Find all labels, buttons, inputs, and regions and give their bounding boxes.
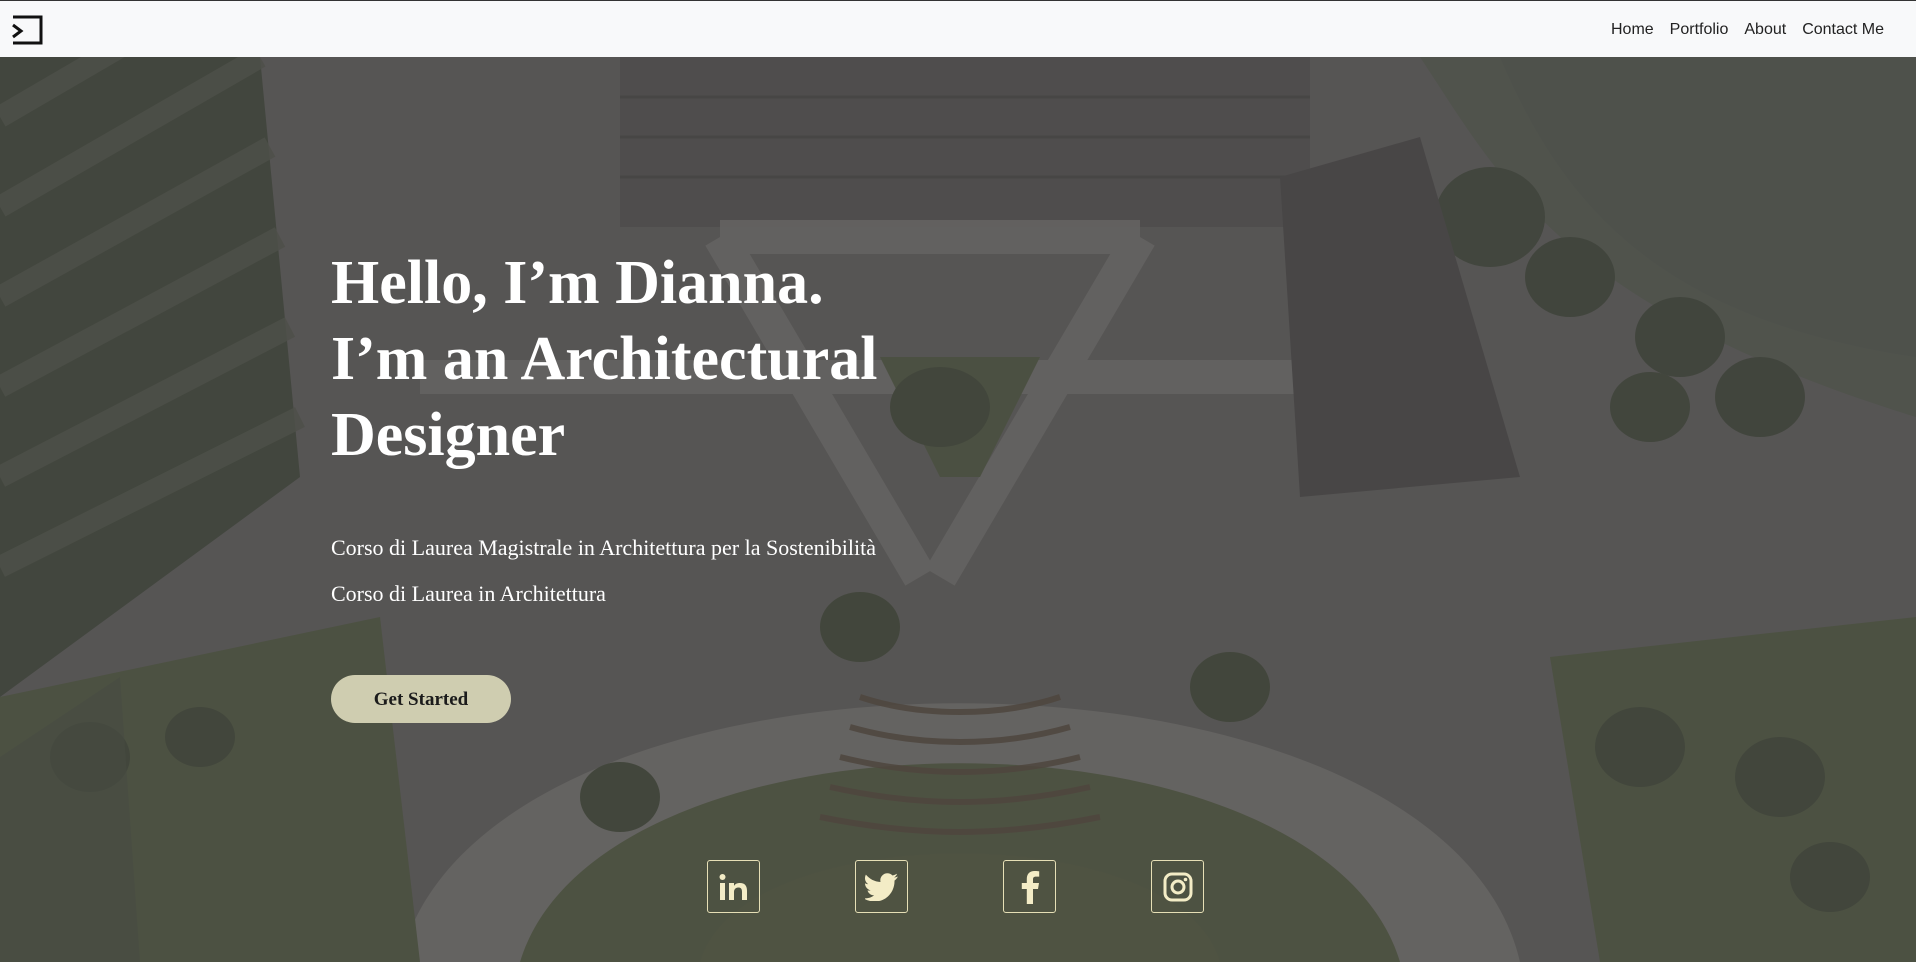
subtitle-bachelor-degree: Corso di Laurea in Architettura (331, 581, 606, 606)
social-links (0, 860, 1916, 917)
nav-portfolio-link[interactable]: Portfolio (1662, 21, 1737, 39)
nav-about-link[interactable]: About (1736, 21, 1794, 39)
nav-contact-link[interactable]: Contact Me (1794, 21, 1892, 39)
hero-section: Hello, I’m Dianna. I’m an Architectural … (0, 57, 1916, 962)
instagram-icon[interactable] (1151, 860, 1204, 913)
hero-content: Hello, I’m Dianna. I’m an Architectural … (331, 245, 877, 723)
hero-overlay (0, 57, 1916, 962)
twitter-icon[interactable] (855, 860, 908, 913)
get-started-button[interactable]: Get Started (331, 675, 511, 723)
headline-line-3: Designer (331, 401, 566, 469)
headline-line-1: Hello, I’m Dianna. (331, 249, 824, 317)
nav-links: Home Portfolio About Contact Me (1603, 1, 1892, 58)
hero-headline: Hello, I’m Dianna. I’m an Architectural … (331, 245, 877, 473)
subtitle-master-degree: Corso di Laurea Magistrale in Architettu… (331, 535, 876, 560)
hero-subtitles: Corso di Laurea Magistrale in Architettu… (331, 525, 877, 617)
nav-home-link[interactable]: Home (1603, 21, 1662, 39)
facebook-icon[interactable] (1003, 860, 1056, 913)
bracket-logo-icon[interactable] (11, 15, 43, 45)
headline-line-2: I’m an Architectural (331, 325, 878, 393)
linkedin-icon[interactable] (707, 860, 760, 913)
navbar: Home Portfolio About Contact Me (0, 0, 1916, 57)
